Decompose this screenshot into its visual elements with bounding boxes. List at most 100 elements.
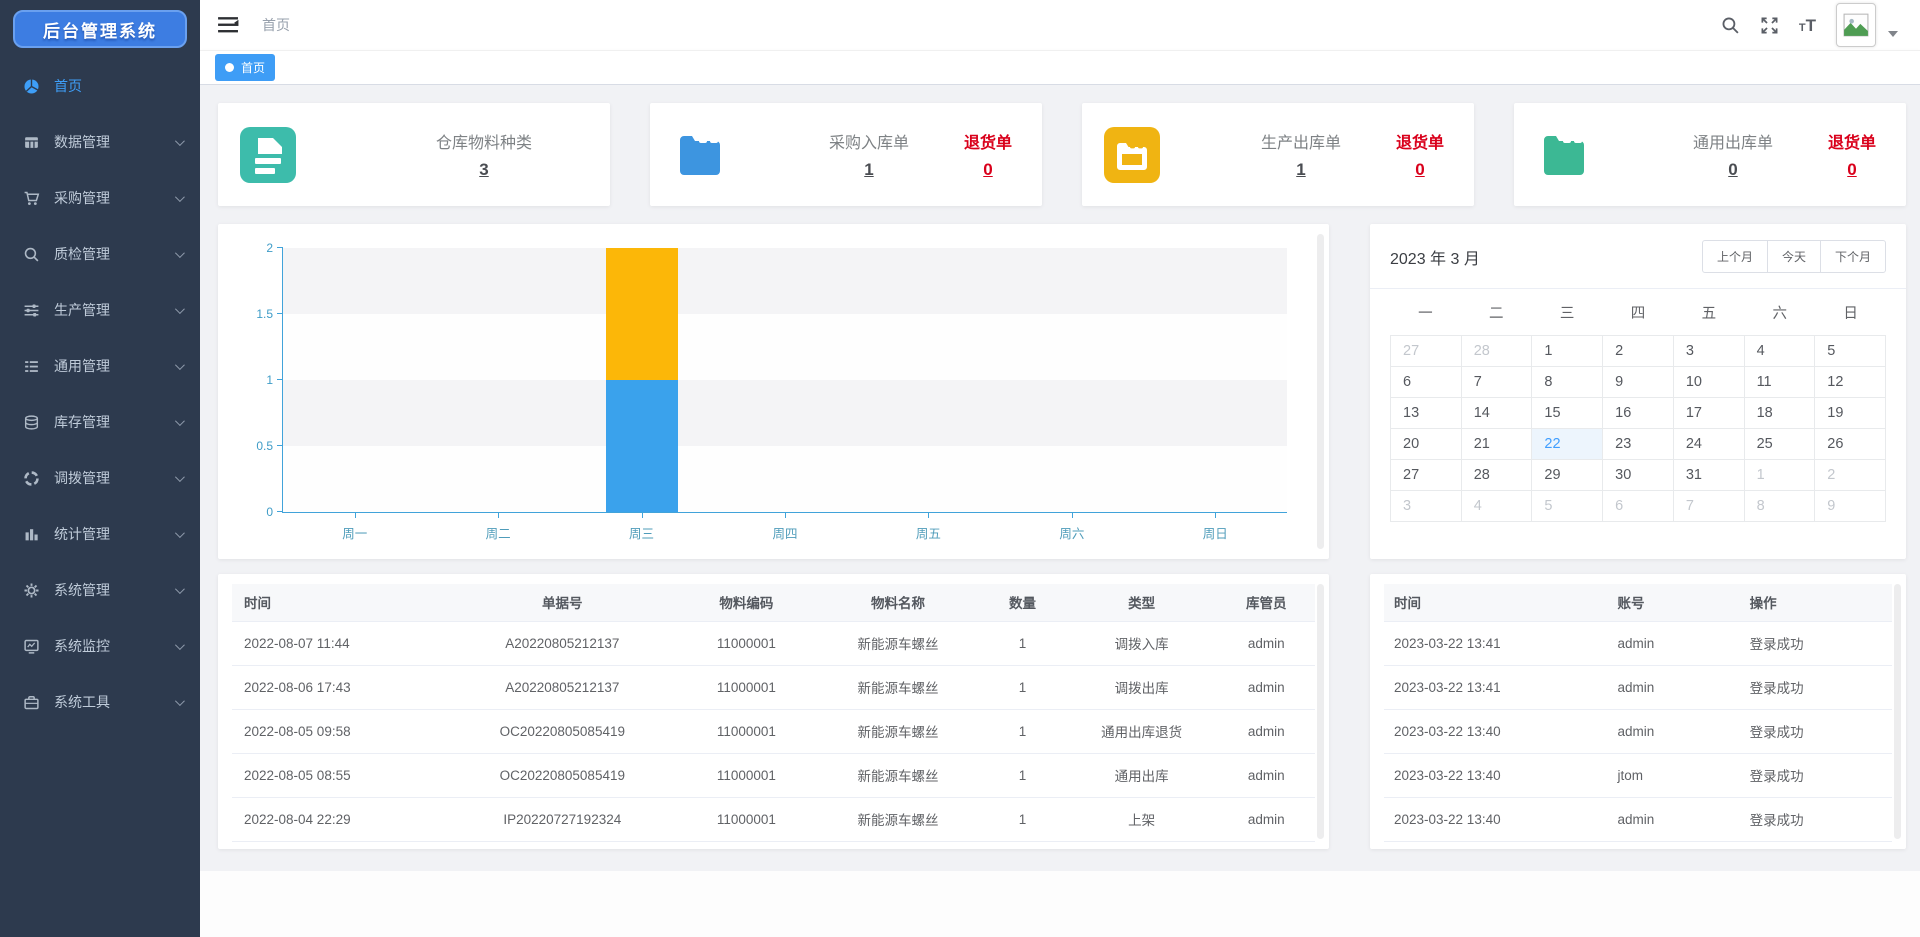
sidebar-item-general[interactable]: 通用管理 [0,338,200,394]
calendar-day[interactable]: 2 [1603,336,1674,367]
x-category-label: 周日 [1203,523,1228,542]
sidebar-item-purchase[interactable]: 采购管理 [0,170,200,226]
calendar-day[interactable]: 3 [1674,336,1745,367]
scrollbar[interactable] [1894,584,1901,839]
sidebar-item-production[interactable]: 生产管理 [0,282,200,338]
calendar-day[interactable]: 7 [1674,491,1745,522]
calendar-day[interactable]: 31 [1674,460,1745,491]
calendar-day[interactable]: 4 [1745,336,1816,367]
calendar-day[interactable]: 7 [1462,367,1533,398]
table-row[interactable]: 2023-03-22 13:41 admin 登录成功 [1384,621,1892,665]
calendar-day[interactable]: 2 [1815,460,1886,491]
table-row[interactable]: 2023-03-22 13:41 admin 登录成功 [1384,665,1892,709]
table-row[interactable]: 2022-08-04 22:29 IP20220727192324 110000… [232,797,1315,841]
calendar-day[interactable]: 29 [1532,460,1603,491]
stat-value-link[interactable]: 3 [479,160,488,180]
calendar-day[interactable]: 24 [1674,429,1745,460]
calendar-day[interactable]: 26 [1815,429,1886,460]
table-row[interactable]: 2022-08-05 08:55 OC20220805085419 110000… [232,753,1315,797]
page-content: 仓库物料种类 3 采购入库单 1 退货单 0 [200,85,1920,937]
calendar-day[interactable]: 19 [1815,398,1886,429]
sidebar-item-transfer[interactable]: 调拨管理 [0,450,200,506]
sidebar-item-data[interactable]: 数据管理 [0,114,200,170]
calendar-day[interactable]: 23 [1603,429,1674,460]
fold-menu-icon[interactable] [218,15,240,35]
stat-block: 采购入库单 1 [829,129,909,180]
sidebar-item-home[interactable]: 首页 [0,58,200,114]
calendar-day[interactable]: 16 [1603,398,1674,429]
sidebar-item-system[interactable]: 系统管理 [0,562,200,618]
calendar-day[interactable]: 1 [1532,336,1603,367]
table-row[interactable]: 2022-08-06 17:43 A20220805212137 1100000… [232,665,1315,709]
table-row[interactable]: 2023-03-22 13:40 admin 登录成功 [1384,797,1892,841]
calendar-day[interactable]: 18 [1745,398,1816,429]
sidebar-item-inventory[interactable]: 库存管理 [0,394,200,450]
calendar-day[interactable]: 3 [1391,491,1462,522]
calendar-day[interactable]: 8 [1532,367,1603,398]
cell-type: 调拨出库 [1066,665,1218,709]
bar-segment-yellow[interactable] [606,248,678,380]
calendar-day[interactable]: 9 [1603,367,1674,398]
sidebar-item-quality[interactable]: 质检管理 [0,226,200,282]
calendar-day[interactable]: 15 [1532,398,1603,429]
calendar-day[interactable]: 6 [1603,491,1674,522]
fullscreen-icon[interactable] [1760,16,1779,35]
calendar-day[interactable]: 28 [1462,460,1533,491]
calendar-day[interactable]: 20 [1391,429,1462,460]
calendar-day[interactable]: 11 [1745,367,1816,398]
caret-down-icon[interactable] [1888,31,1898,37]
calendar-day[interactable]: 9 [1815,491,1886,522]
scrollbar[interactable] [1317,584,1324,839]
calendar-day[interactable]: 25 [1745,429,1816,460]
stat-value-link[interactable]: 0 [1728,160,1737,180]
calendar-day[interactable]: 30 [1603,460,1674,491]
sidebar-item-statistics[interactable]: 统计管理 [0,506,200,562]
calendar-day[interactable]: 4 [1462,491,1533,522]
font-size-icon[interactable]: TT [1799,17,1816,34]
chart-plot-area: 0 0.5 1 1.5 2 [282,248,1287,513]
bar-segment-blue[interactable] [606,380,678,512]
calendar-day[interactable]: 10 [1674,367,1745,398]
toolbox-icon [22,693,40,711]
stat-value-link[interactable]: 1 [1296,160,1305,180]
next-month-button[interactable]: 下个月 [1820,240,1886,273]
calendar-day[interactable]: 8 [1745,491,1816,522]
calendar-day[interactable]: 27 [1391,336,1462,367]
stat-return-value-link[interactable]: 0 [1415,160,1424,180]
table-row[interactable]: 2023-03-22 13:40 jtom 登录成功 [1384,753,1892,797]
login-log-table: 时间 账号 操作 2023-03-22 13:41 admin 登录成功 [1370,574,1906,849]
y-axis-tick [277,247,283,248]
tab-home[interactable]: 首页 [215,54,275,81]
cell-keeper: admin [1217,621,1315,665]
sidebar-item-tools[interactable]: 系统工具 [0,674,200,730]
stat-card-production-outbound: 生产出库单 1 退货单 0 [1082,103,1474,206]
calendar-day[interactable]: 13 [1391,398,1462,429]
stat-value-link[interactable]: 1 [864,160,873,180]
calendar-day[interactable]: 17 [1674,398,1745,429]
today-button[interactable]: 今天 [1767,240,1821,273]
calendar-day[interactable]: 14 [1462,398,1533,429]
stat-return-value-link[interactable]: 0 [1847,160,1856,180]
calendar-day[interactable]: 12 [1815,367,1886,398]
table-row[interactable]: 2022-08-05 09:58 OC20220805085419 110000… [232,709,1315,753]
table-row[interactable]: 2022-08-07 11:44 A20220805212137 1100000… [232,621,1315,665]
calendar-day[interactable]: 28 [1462,336,1533,367]
calendar-day[interactable]: 6 [1391,367,1462,398]
stat-return-value-link[interactable]: 0 [983,160,992,180]
calendar-day[interactable]: 5 [1815,336,1886,367]
x-axis-tick [928,512,929,518]
calendar-day[interactable]: 1 [1745,460,1816,491]
calendar-day-selected[interactable]: 22 [1532,429,1603,460]
sidebar-item-monitor[interactable]: 系统监控 [0,618,200,674]
y-tick-label: 0 [221,505,273,519]
search-icon[interactable] [1721,16,1740,35]
calendar-day[interactable]: 21 [1462,429,1533,460]
table-row[interactable]: 2023-03-22 13:40 admin 登录成功 [1384,709,1892,753]
avatar[interactable] [1836,3,1876,47]
calendar-day[interactable]: 27 [1391,460,1462,491]
folder-outline-icon [1104,127,1160,183]
scrollbar[interactable] [1317,234,1324,549]
calendar-day[interactable]: 5 [1532,491,1603,522]
prev-month-button[interactable]: 上个月 [1702,240,1768,273]
column-header: 操作 [1740,584,1892,621]
